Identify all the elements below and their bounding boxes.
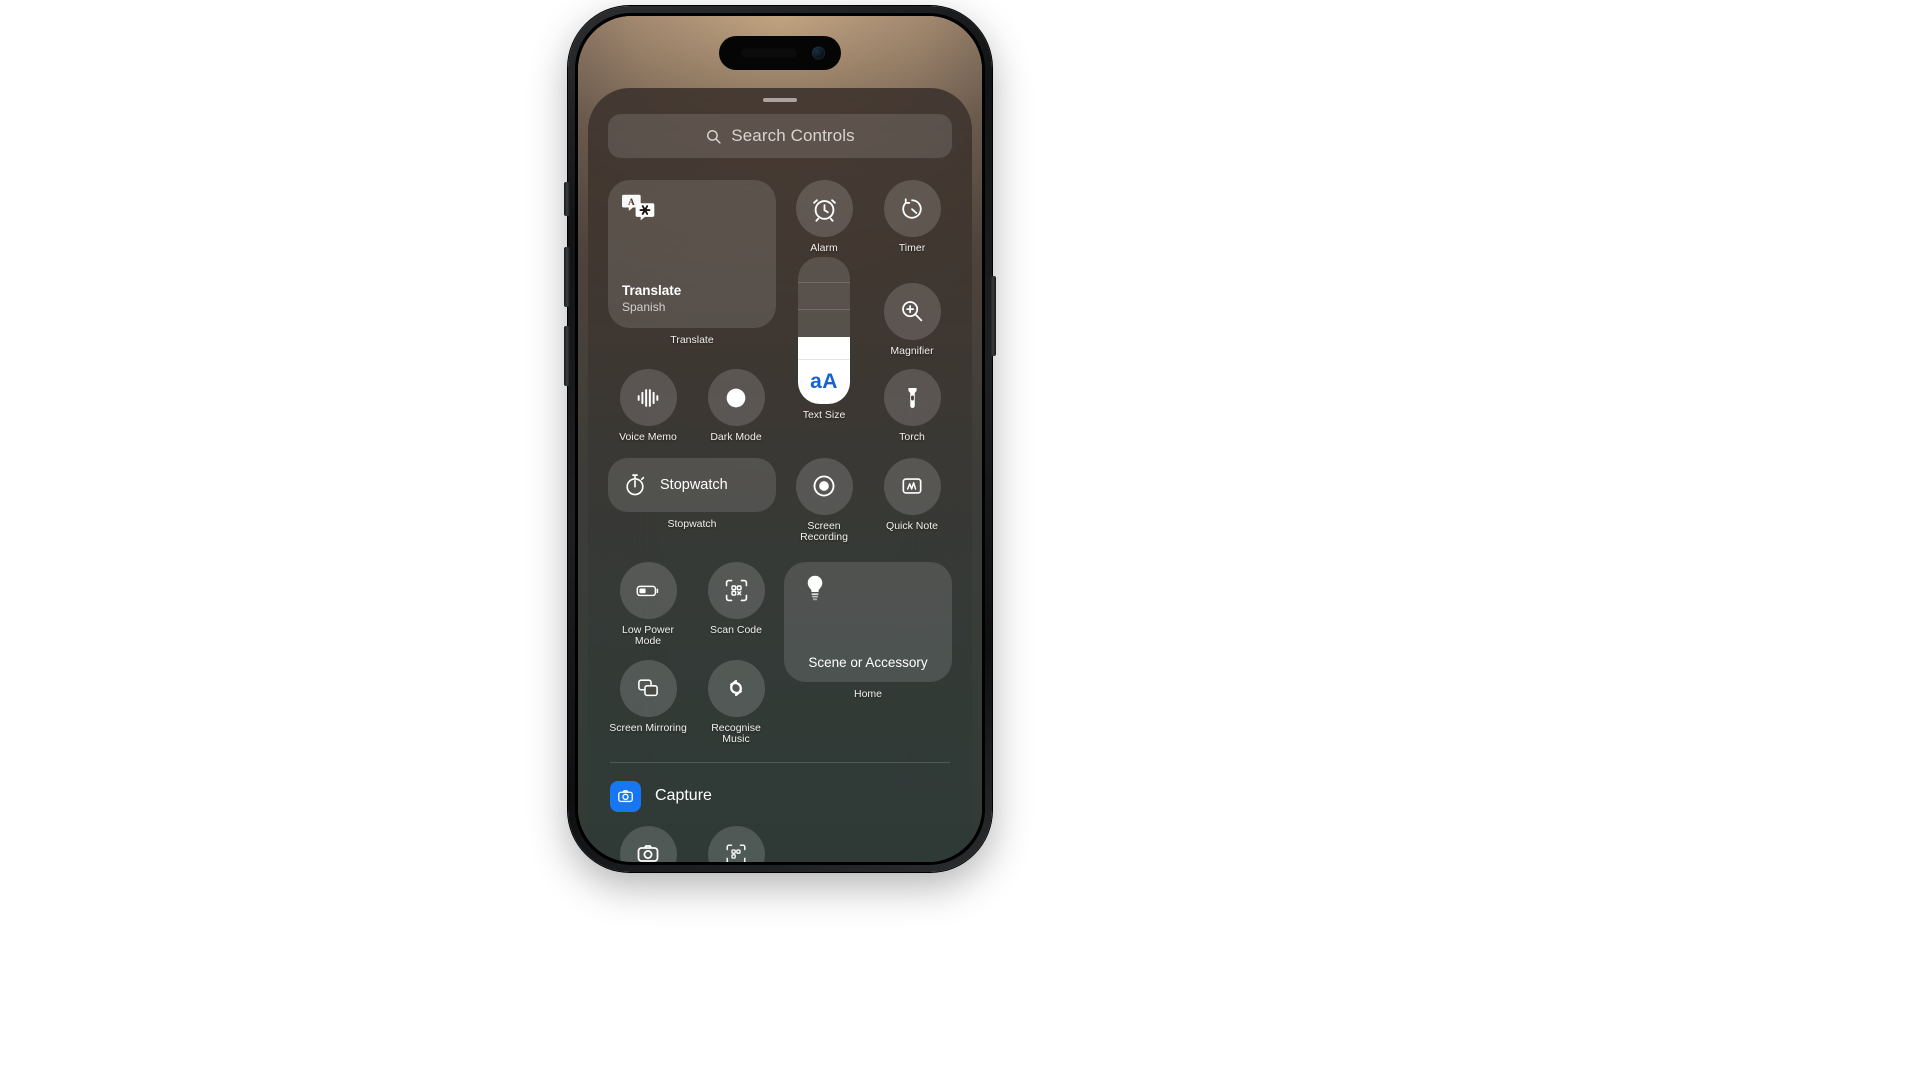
quick-note-icon[interactable] [883, 457, 941, 515]
control-stopwatch[interactable]: Stopwatch Stopwatch [608, 444, 776, 544]
dark-mode-icon[interactable] [707, 369, 765, 426]
scan-code-label: Scan Code [710, 623, 762, 636]
lightbulb-icon [804, 574, 826, 602]
power-button[interactable] [990, 276, 996, 356]
sheet-grabber-handle[interactable] [763, 98, 797, 102]
control-scan-partial[interactable] [696, 825, 776, 862]
controls-grid: A Translate Spanish Translate Alarm Time… [604, 180, 956, 746]
camera-shortcut-icon[interactable] [619, 825, 677, 862]
control-timer[interactable]: Timer [872, 180, 952, 255]
translate-caption: Translate [670, 334, 714, 346]
capture-controls-row [604, 825, 956, 863]
phone-screen: Search Controls A Translate Spanish Tran… [578, 16, 982, 862]
front-camera-icon [812, 46, 825, 60]
search-placeholder-text: Search Controls [731, 126, 855, 145]
dark-mode-label: Dark Mode [710, 431, 762, 443]
translate-tile-subtitle: Spanish [622, 300, 666, 314]
partial-slot-3 [784, 826, 864, 863]
control-scan-code[interactable]: Scan Code [696, 544, 776, 648]
voice-memo-icon[interactable] [619, 369, 677, 426]
stopwatch-icon [622, 472, 648, 498]
home-caption: Home [853, 687, 882, 700]
torch-icon[interactable] [883, 369, 941, 426]
alarm-label: Alarm [810, 242, 838, 254]
magnifier-label: Magnifier [890, 344, 934, 357]
partial-slot-4 [872, 826, 952, 863]
capture-section-label: Capture [655, 787, 712, 804]
control-voice-memo[interactable]: Voice Memo [608, 357, 688, 444]
control-torch[interactable]: Torch [872, 357, 952, 444]
search-icon [705, 128, 722, 145]
control-quick-note[interactable]: Quick Note [872, 444, 952, 544]
scene-or-accessory-tile[interactable]: Scene or Accessory [784, 561, 952, 682]
earpiece-speaker-icon [741, 48, 797, 58]
search-input[interactable]: Search Controls [608, 114, 952, 158]
volume-up-button[interactable] [564, 247, 570, 307]
control-center-sheet: Search Controls A Translate Spanish Tran… [588, 88, 972, 862]
timer-icon[interactable] [883, 180, 941, 237]
screen-mirroring-label: Screen Mirroring [609, 721, 687, 734]
control-dark-mode[interactable]: Dark Mode [696, 357, 776, 444]
shazam-icon[interactable] [707, 659, 765, 717]
screen-recording-label: Screen Recording [800, 519, 848, 543]
recognise-music-label: Recognise Music [711, 721, 761, 745]
timer-label: Timer [898, 242, 926, 254]
alarm-icon[interactable] [795, 180, 853, 237]
text-size-slider[interactable]: aA [798, 256, 850, 404]
stopwatch-tile[interactable]: Stopwatch [608, 457, 776, 512]
dynamic-island[interactable] [719, 36, 841, 70]
low-power-mode-label: Low Power Mode [622, 623, 674, 647]
translate-tile-title: Translate [622, 283, 682, 298]
control-camera-partial[interactable] [608, 825, 688, 862]
text-size-label: Text Size [802, 408, 846, 421]
control-translate[interactable]: A Translate Spanish Translate [608, 180, 776, 357]
control-low-power-mode[interactable]: Low Power Mode [608, 544, 688, 648]
scan-code-icon[interactable] [707, 561, 765, 619]
silence-switch-button[interactable] [564, 182, 570, 216]
low-power-mode-icon[interactable] [619, 561, 677, 619]
stopwatch-caption: Stopwatch [667, 517, 717, 530]
control-screen-recording[interactable]: Screen Recording [784, 444, 864, 544]
scene-or-accessory-label: Scene or Accessory [808, 654, 928, 670]
control-alarm[interactable]: Alarm [784, 180, 864, 255]
screen-recording-icon[interactable] [795, 457, 853, 515]
torch-label: Torch [899, 431, 925, 443]
control-recognise-music[interactable]: Recognise Music [696, 648, 776, 746]
volume-down-button[interactable] [564, 326, 570, 386]
capture-section-header[interactable]: Capture [604, 763, 956, 826]
scan-shortcut-icon[interactable] [707, 825, 765, 862]
control-magnifier[interactable]: Magnifier [872, 255, 952, 358]
control-home-scene[interactable]: Scene or Accessory Home [784, 544, 952, 746]
text-size-aa-glyph: aA [810, 369, 838, 393]
control-text-size[interactable]: aA Text Size [784, 255, 864, 444]
screenshot-root: Search Controls A Translate Spanish Tran… [0, 0, 1920, 1070]
screen-mirroring-icon[interactable] [619, 659, 677, 717]
voice-memo-label: Voice Memo [619, 431, 677, 443]
stopwatch-tile-label: Stopwatch [660, 476, 728, 493]
camera-icon [610, 780, 641, 812]
quick-note-label: Quick Note [886, 519, 938, 532]
translate-icon: A [622, 193, 656, 222]
svg-text:A: A [628, 198, 635, 208]
control-screen-mirroring[interactable]: Screen Mirroring [608, 648, 688, 746]
magnifier-icon[interactable] [883, 282, 941, 340]
translate-tile[interactable]: A Translate Spanish [608, 180, 776, 328]
